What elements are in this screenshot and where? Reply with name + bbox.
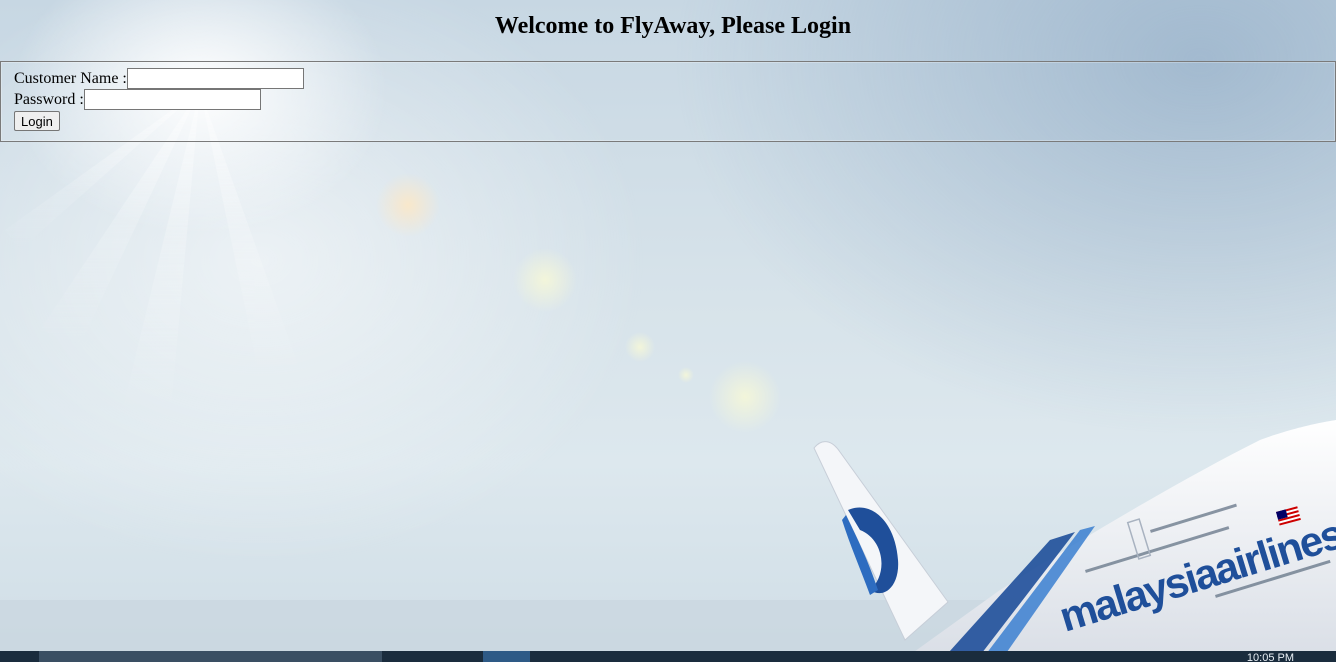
customer-name-row: Customer Name : xyxy=(14,68,304,89)
taskbar-clock[interactable]: 10:05 PM xyxy=(1247,653,1294,662)
taskbar-active-window[interactable] xyxy=(39,651,382,662)
password-row: Password : xyxy=(14,89,304,110)
airline-livery-text: malaysiaairlines xyxy=(1054,510,1336,641)
lens-flares xyxy=(376,173,781,433)
login-button[interactable]: Login xyxy=(14,111,60,131)
taskbar-pinned-app[interactable] xyxy=(483,651,530,662)
malaysia-flag xyxy=(1276,506,1301,526)
customer-name-input[interactable] xyxy=(126,68,304,89)
airplane-image: malaysiaairlines xyxy=(813,420,1336,662)
password-label: Password : xyxy=(14,91,84,108)
login-panel: Customer Name : Password : Login xyxy=(0,61,1336,142)
customer-name-label: Customer Name : xyxy=(14,70,127,87)
password-input[interactable] xyxy=(83,89,261,110)
login-form: Customer Name : Password : Login xyxy=(14,68,304,132)
page-title: Welcome to FlyAway, Please Login xyxy=(494,13,852,39)
taskbar: 10:05 PM xyxy=(0,651,1336,662)
